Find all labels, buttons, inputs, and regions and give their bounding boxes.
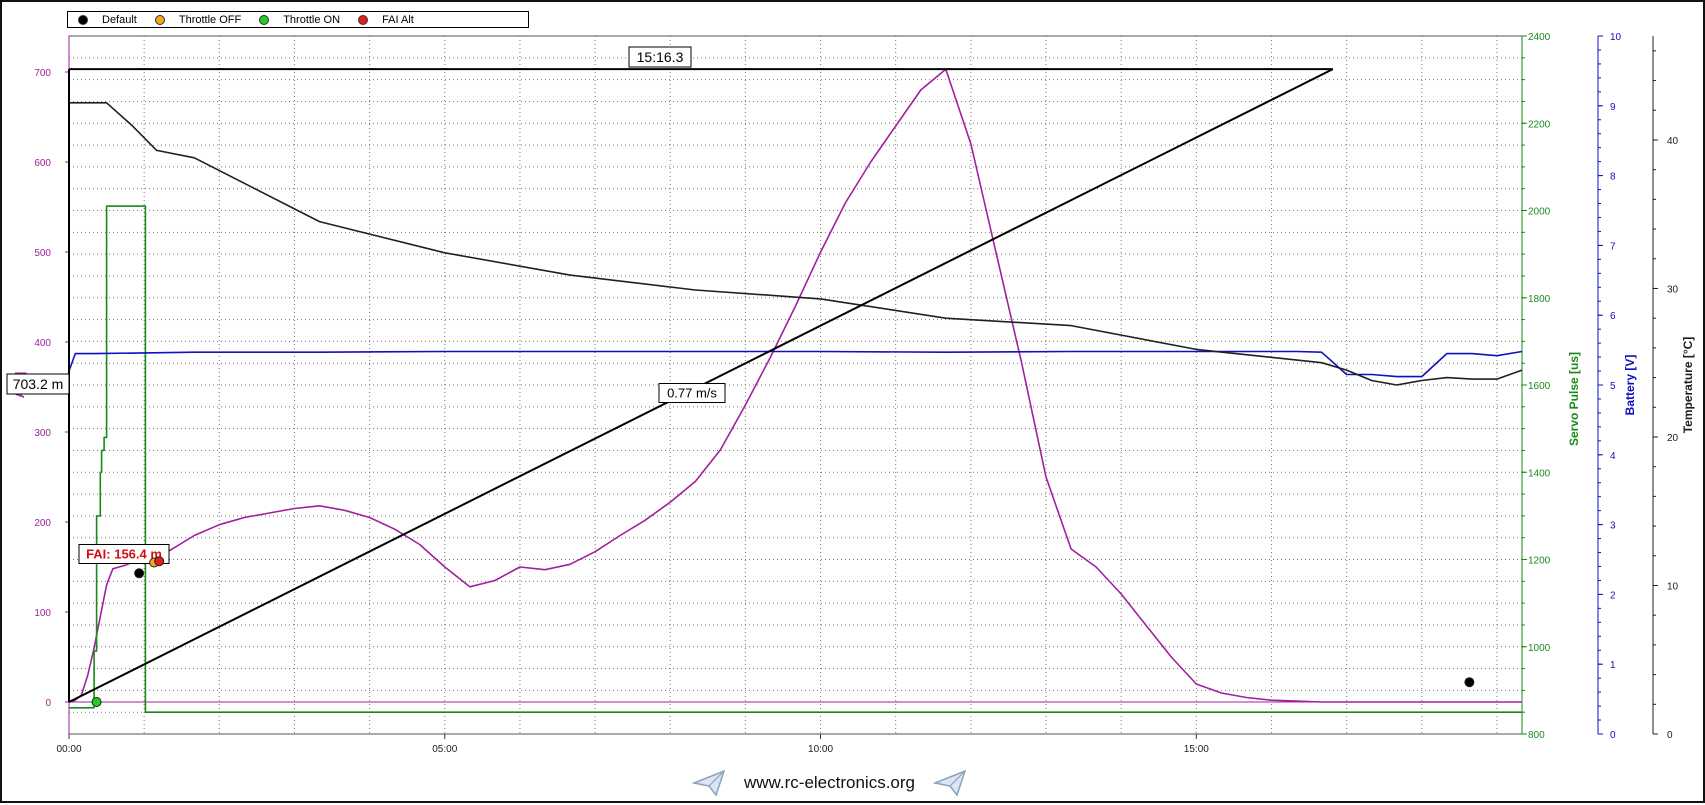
legend-item[interactable]: Throttle OFF	[154, 13, 242, 26]
servo-tick-label: 1400	[1528, 468, 1551, 479]
temperature-axis-label: Temperature [°C]	[1681, 337, 1695, 434]
event-marker[interactable]	[91, 697, 102, 707]
servo-axis-label: Servo Pulse [us]	[1567, 352, 1581, 446]
battery-tick-label: 6	[1610, 311, 1616, 322]
altitude-tick-label: 600	[34, 158, 51, 169]
series-group	[68, 68, 1523, 713]
legend-item[interactable]: Default	[78, 14, 137, 26]
altitude-series-line	[68, 68, 1522, 703]
paper-plane-icon	[692, 769, 726, 797]
servo-tick-label: 2400	[1528, 32, 1551, 43]
max-alt-label-text: 703.2 m	[13, 376, 64, 392]
battery-tick-label: 0	[1610, 730, 1616, 741]
paper-plane-icon	[933, 769, 967, 797]
altitude-tick-label: 300	[34, 428, 51, 439]
temperature-tick-label: 20	[1667, 433, 1679, 444]
battery-axis-label: Battery [V]	[1623, 355, 1637, 416]
legend-label: Default	[102, 13, 137, 26]
battery-tick-label: 2	[1610, 590, 1616, 601]
legend: Default Throttle OFF Throttle ON FAI Alt	[67, 11, 529, 28]
battery-series-line	[68, 350, 1523, 378]
battery-tick-label: 5	[1610, 381, 1616, 392]
event-marker[interactable]	[134, 568, 145, 579]
x-tick-label: 05:00	[432, 744, 457, 755]
battery-tick-label: 1	[1610, 660, 1616, 671]
flight-log-chart: 00:00 05:00 10:00 15:0001002003004005006007…	[6, 32, 1695, 755]
legend-label: Throttle OFF	[178, 13, 242, 26]
temperature-tick-label: 10	[1667, 581, 1679, 592]
altitude-tick-label: 0	[45, 698, 51, 709]
legend-label: Throttle ON	[283, 13, 341, 26]
event-marker[interactable]	[154, 556, 165, 567]
servo-tick-label: 800	[1528, 730, 1545, 741]
legend-item[interactable]: FAI Alt	[358, 14, 414, 26]
altitude-tick-label: 700	[34, 68, 51, 79]
x-tick-label: 00:00	[56, 744, 81, 755]
max-alt-label: 703.2 m	[6, 373, 70, 395]
altitude-tick-label: 100	[34, 608, 51, 619]
servo-tick-label: 1200	[1528, 556, 1551, 567]
legend-dot-icon	[358, 14, 369, 25]
legend-item[interactable]: Throttle ON	[259, 14, 340, 26]
battery-tick-label: 10	[1610, 32, 1622, 43]
battery-tick-label: 4	[1610, 451, 1616, 462]
duration-label-text: 15:16.3	[637, 49, 684, 65]
altitude-tick-label: 200	[34, 518, 51, 529]
x-tick-label: 10:00	[808, 744, 833, 755]
duration-label: 15:16.3	[628, 46, 692, 68]
grid	[68, 35, 1523, 735]
footer-url[interactable]: www.rc-electronics.org	[744, 773, 915, 793]
servo-tick-label: 2200	[1528, 119, 1551, 130]
climb-rate-label: 0.77 m/s	[658, 383, 726, 403]
footer: www.rc-electronics.org	[692, 767, 967, 799]
temperature-tick-label: 30	[1667, 284, 1679, 295]
servo-tick-label: 1800	[1528, 294, 1551, 305]
servo-tick-label: 1600	[1528, 381, 1551, 392]
altitude-tick-label: 400	[34, 338, 51, 349]
servo-tick-label: 1000	[1528, 643, 1551, 654]
servo-series-line	[69, 205, 1522, 713]
temperature-series-line	[69, 102, 1523, 386]
x-tick-label: 15:00	[1184, 744, 1209, 755]
battery-tick-label: 8	[1610, 172, 1616, 183]
temperature-tick-label: 40	[1667, 136, 1679, 147]
temperature-tick-label: 0	[1667, 730, 1673, 741]
legend-dot-icon	[154, 14, 165, 25]
chart-window: 00:00 05:00 10:00 15:00 0 100 200 300 400 500 600 7…	[0, 0, 1705, 803]
plot-area-border	[68, 35, 1523, 735]
altitude-tick-label: 500	[34, 248, 51, 259]
legend-dot-icon	[78, 14, 88, 25]
battery-tick-label: 7	[1610, 241, 1616, 252]
battery-tick-label: 9	[1610, 102, 1616, 113]
climb-rate-label-text: 0.77 m/s	[667, 386, 717, 401]
battery-tick-label: 3	[1610, 521, 1616, 532]
legend-label: FAI Alt	[382, 13, 414, 26]
legend-dot-icon	[259, 14, 270, 25]
event-marker[interactable]	[1464, 677, 1475, 688]
servo-tick-label: 2000	[1528, 207, 1551, 218]
annotations: 15:16.3703.2 m0.77 m/sFAI: 156.4 m	[6, 46, 1475, 707]
